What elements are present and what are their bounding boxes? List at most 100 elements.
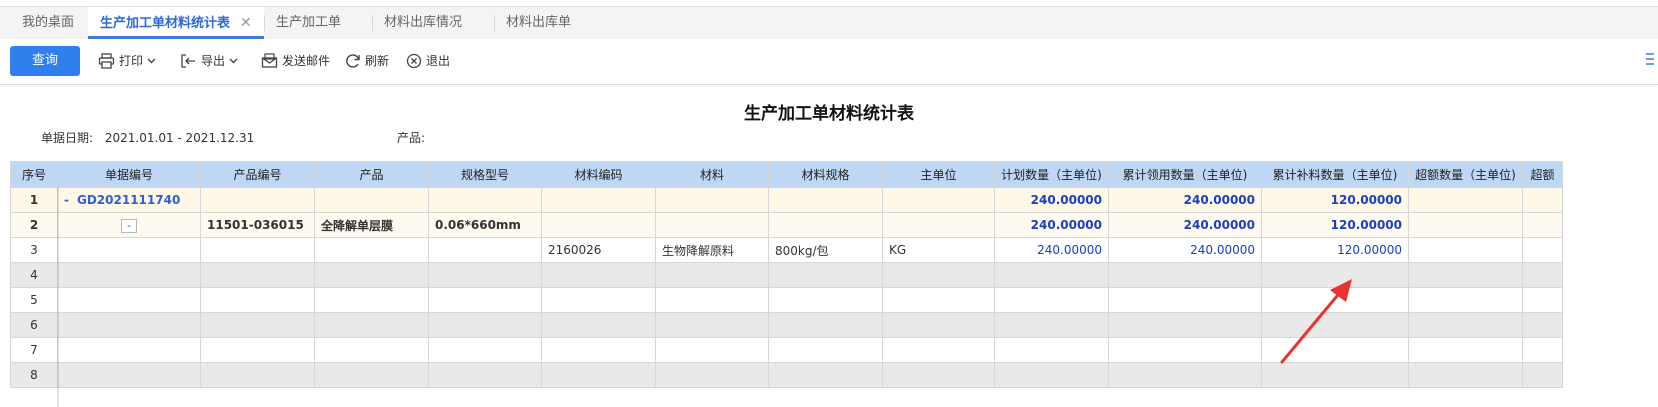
material-cell — [655, 212, 769, 238]
report-title: 生产加工单材料统计表 — [744, 104, 914, 124]
data-grid: 序号 单据编号 产品编号 产品 规格型号 材料编码 材料 材料规格 主单位 计划… — [10, 161, 1658, 407]
doc-number-link[interactable]: GD2021111740 — [77, 193, 180, 207]
material-code-cell — [541, 187, 656, 213]
close-circle-icon — [406, 53, 422, 69]
product-cell: 全降解单层膜 — [314, 212, 429, 238]
tab-material-stats[interactable]: 生产加工单材料统计表 ✕ — [88, 7, 264, 39]
send-email-button[interactable]: 发送邮件 — [261, 51, 330, 71]
row-number: 3 — [10, 237, 58, 263]
excess-qty-cell — [1408, 237, 1523, 263]
row-number: 6 — [10, 312, 58, 338]
row-number: 8 — [10, 362, 58, 388]
tab-label: 生产加工单材料统计表 — [100, 16, 231, 31]
material-cell — [655, 187, 769, 213]
doc-number-cell[interactable]: - GD2021111740 — [57, 187, 201, 213]
refresh-icon — [346, 54, 360, 68]
column-header[interactable]: 超额 — [1522, 161, 1563, 188]
query-button[interactable]: 查询 — [10, 46, 80, 76]
date-value: 2021.01.01 - 2021.12.31 — [104, 131, 255, 145]
product-filter: 产品: — [397, 129, 425, 146]
used-qty-cell: 240.00000 — [1108, 237, 1262, 263]
exit-button[interactable]: 退出 — [406, 51, 450, 71]
column-header[interactable]: 单据编号 — [57, 161, 201, 188]
column-header[interactable]: 产品编号 — [200, 161, 315, 188]
doc-number-cell — [57, 237, 201, 263]
collapse-icon[interactable]: - — [64, 193, 69, 207]
row-number: 1 — [10, 187, 58, 213]
tab-label: 材料出库情况 — [384, 15, 463, 30]
column-header[interactable]: 规格型号 — [428, 161, 542, 188]
column-header[interactable]: 序号 — [10, 161, 58, 188]
table-header-row: 序号 单据编号 产品编号 产品 规格型号 材料编码 材料 材料规格 主单位 计划… — [10, 161, 1563, 188]
plan-qty-cell: 240.00000 — [994, 212, 1109, 238]
material-cell: 生物降解原料 — [655, 237, 769, 263]
tab-label: 我的桌面 — [22, 15, 75, 30]
material-code-cell: 2160026 — [541, 237, 656, 263]
collapse-icon[interactable]: - — [121, 218, 137, 233]
toolbar: 查询 打印 导出 发送邮件 刷新 退出 — [0, 39, 1658, 85]
date-label: 单据日期: — [41, 131, 94, 145]
spec-cell — [428, 187, 542, 213]
tab-label: 生产加工单 — [276, 15, 342, 30]
excess-cell — [1522, 237, 1563, 263]
chevron-down-icon — [147, 58, 156, 64]
spec-cell — [428, 237, 542, 263]
tab-material-outbound-status[interactable]: 材料出库情况 — [372, 7, 474, 39]
row-number: 4 — [10, 262, 58, 288]
tab-production-order[interactable]: 生产加工单 — [264, 7, 353, 39]
tab-desktop[interactable]: 我的桌面 — [10, 7, 86, 39]
export-label: 导出 — [201, 54, 226, 68]
unit-cell — [882, 212, 995, 238]
table-row[interactable]: 3 2160026 生物降解原料 800kg/包 KG 240.00000 24… — [10, 237, 1563, 263]
material-code-cell — [541, 212, 656, 238]
used-qty-cell: 240.00000 — [1108, 212, 1262, 238]
row-number: 2 — [10, 212, 58, 238]
unit-cell: KG — [882, 237, 995, 263]
plan-qty-cell: 240.00000 — [994, 187, 1109, 213]
chevron-down-icon — [229, 58, 238, 64]
product-label: 产品: — [397, 131, 426, 145]
print-button[interactable]: 打印 — [98, 51, 156, 71]
column-header[interactable]: 产品 — [314, 161, 429, 188]
export-button[interactable]: 导出 — [180, 51, 238, 71]
column-header[interactable]: 计划数量（主单位) — [994, 161, 1109, 188]
supplement-qty-cell: 120.00000 — [1261, 212, 1409, 238]
close-icon[interactable]: ✕ — [240, 15, 252, 31]
column-settings-icon[interactable] — [1646, 51, 1654, 71]
excess-qty-cell — [1408, 212, 1523, 238]
print-label: 打印 — [119, 54, 144, 68]
column-header[interactable]: 材料编码 — [541, 161, 656, 188]
table-row[interactable]: 2 - 11501-036015 全降解单层膜 0.06*660mm 240.0… — [10, 212, 1563, 238]
printer-icon — [98, 53, 115, 69]
excess-cell — [1522, 187, 1563, 213]
column-header[interactable]: 材料 — [655, 161, 769, 188]
column-header[interactable]: 材料规格 — [768, 161, 883, 188]
used-qty-cell: 240.00000 — [1108, 187, 1262, 213]
column-header[interactable]: 累计补料数量（主单位) — [1261, 161, 1409, 188]
refresh-button[interactable]: 刷新 — [345, 51, 389, 71]
material-spec-cell — [768, 187, 883, 213]
mail-icon — [261, 53, 278, 68]
table-row[interactable]: 1 - GD2021111740 240.00000 240.00000 120.… — [10, 187, 1563, 213]
row-number: 7 — [10, 337, 58, 363]
tab-label: 材料出库单 — [506, 15, 572, 30]
refresh-label: 刷新 — [365, 54, 390, 68]
unit-cell — [882, 187, 995, 213]
tab-bar: 我的桌面 生产加工单材料统计表 ✕ 生产加工单 材料出库情况 材料出库单 — [0, 6, 1658, 40]
column-header[interactable]: 主单位 — [882, 161, 995, 188]
excess-cell — [1522, 212, 1563, 238]
send-email-label: 发送邮件 — [282, 54, 331, 68]
excess-qty-cell — [1408, 187, 1523, 213]
product-cell — [314, 187, 429, 213]
material-spec-cell — [768, 212, 883, 238]
export-icon — [181, 54, 195, 68]
column-header[interactable]: 超额数量（主单位) — [1408, 161, 1523, 188]
frozen-column-shadow — [57, 187, 59, 407]
doc-number-cell[interactable]: - — [57, 212, 201, 238]
product-code-cell: 11501-036015 — [200, 212, 315, 238]
product-code-cell — [200, 187, 315, 213]
column-header[interactable]: 累计领用数量（主单位) — [1108, 161, 1262, 188]
exit-label: 退出 — [426, 54, 451, 68]
tab-material-outbound-order[interactable]: 材料出库单 — [494, 7, 583, 39]
annotation-arrow-icon — [1280, 279, 1352, 364]
